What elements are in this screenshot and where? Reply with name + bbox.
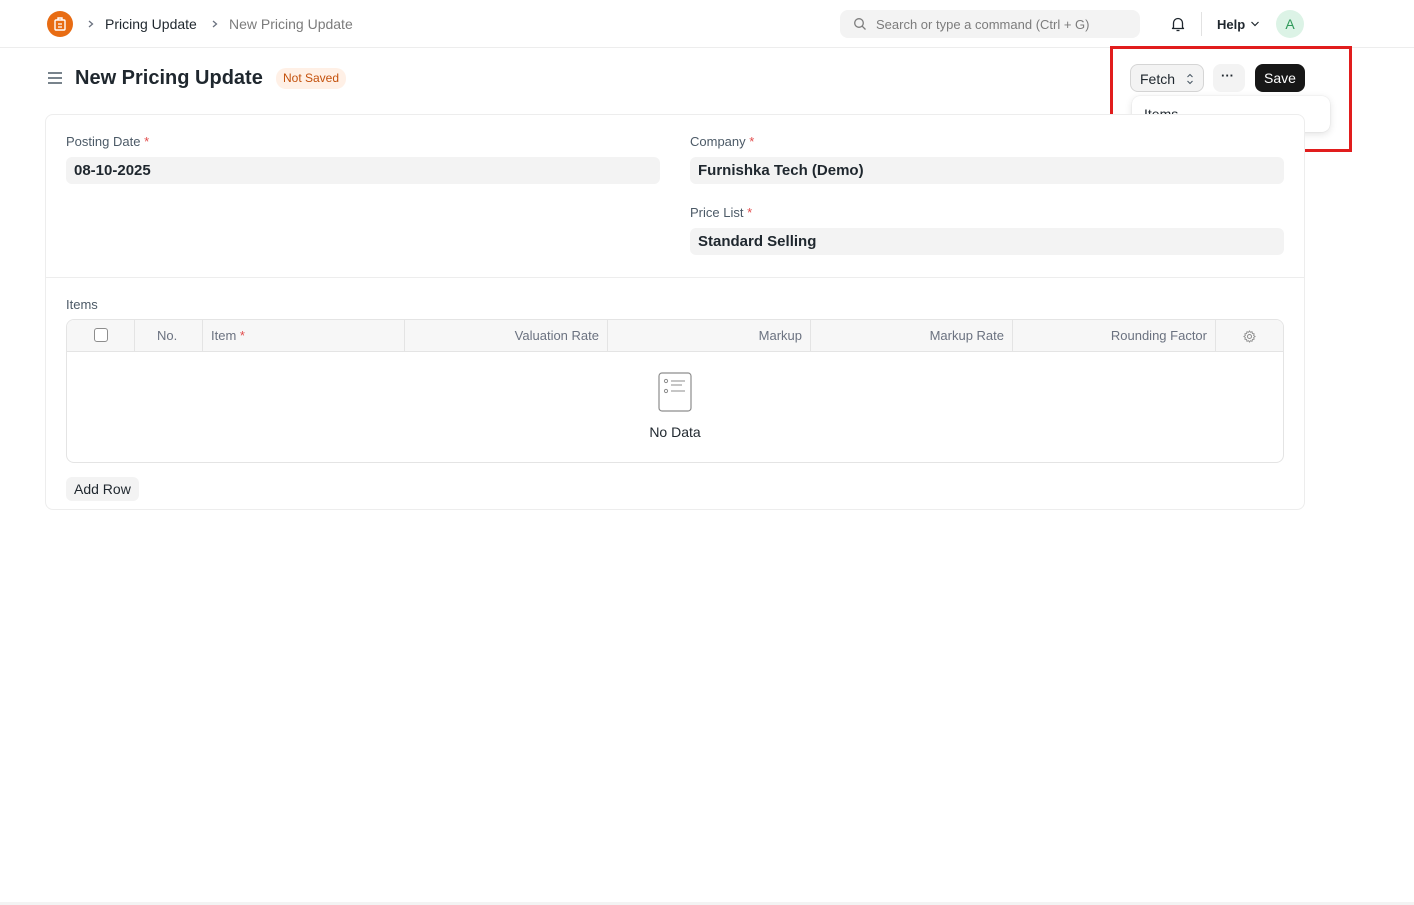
empty-state-text: No Data xyxy=(649,424,701,440)
page-title: New Pricing Update xyxy=(75,67,263,89)
required-marker: * xyxy=(747,205,753,220)
items-section-label: Items xyxy=(66,297,98,312)
chevron-down-icon[interactable] xyxy=(1250,20,1260,28)
navbar-divider xyxy=(1201,12,1202,36)
posting-date-label: Posting Date * xyxy=(66,134,150,149)
items-table: No. Item * Valuation Rate Markup Markup … xyxy=(66,319,1284,463)
chevron-right-icon xyxy=(88,20,94,28)
status-badge: Not Saved xyxy=(276,68,347,89)
search-bar[interactable]: Search or type a command (Ctrl + G) xyxy=(840,10,1140,38)
select-all-checkbox[interactable] xyxy=(94,328,108,342)
price-list-label: Price List * xyxy=(690,205,753,220)
posting-date-input[interactable]: 08-10-2025 xyxy=(66,157,660,184)
table-header: No. Item * Valuation Rate Markup Markup … xyxy=(67,320,1283,352)
form-card: Posting Date * 08-10-2025 Company * Furn… xyxy=(45,114,1305,510)
chevron-right-icon xyxy=(212,20,218,28)
breadcrumb-new-pricing-update[interactable]: New Pricing Update xyxy=(229,15,353,33)
column-header-markup-rate: Markup Rate xyxy=(929,328,1004,343)
breadcrumb-pricing-update[interactable]: Pricing Update xyxy=(105,15,197,33)
required-marker: * xyxy=(144,134,150,149)
column-divider xyxy=(1215,320,1216,352)
column-header-item: Item * xyxy=(211,328,245,343)
search-icon xyxy=(854,18,866,30)
required-marker: * xyxy=(749,134,755,149)
company-label: Company * xyxy=(690,134,755,149)
column-header-rounding-factor: Rounding Factor xyxy=(1110,328,1207,343)
column-divider xyxy=(202,320,203,352)
notification-bell-icon[interactable] xyxy=(1169,15,1187,33)
search-placeholder: Search or type a command (Ctrl + G) xyxy=(876,17,1090,32)
gear-icon[interactable] xyxy=(1243,330,1256,343)
help-menu[interactable]: Help xyxy=(1217,17,1245,32)
column-header-no: No. xyxy=(157,328,178,343)
column-header-valuation-rate: Valuation Rate xyxy=(514,328,599,343)
sidebar-toggle-icon[interactable] xyxy=(47,70,63,86)
empty-list-icon xyxy=(658,372,692,412)
add-row-button[interactable]: Add Row xyxy=(66,477,139,501)
company-input[interactable]: Furnishka Tech (Demo) xyxy=(690,157,1284,184)
app-logo-icon xyxy=(54,17,66,31)
column-header-markup: Markup xyxy=(758,328,802,343)
app-logo[interactable] xyxy=(47,11,73,37)
section-divider xyxy=(46,277,1304,278)
user-avatar[interactable]: A xyxy=(1276,10,1304,38)
price-list-input[interactable]: Standard Selling xyxy=(690,228,1284,255)
column-divider xyxy=(134,320,135,352)
navbar: Pricing Update New Pricing Update Search… xyxy=(0,0,1414,48)
